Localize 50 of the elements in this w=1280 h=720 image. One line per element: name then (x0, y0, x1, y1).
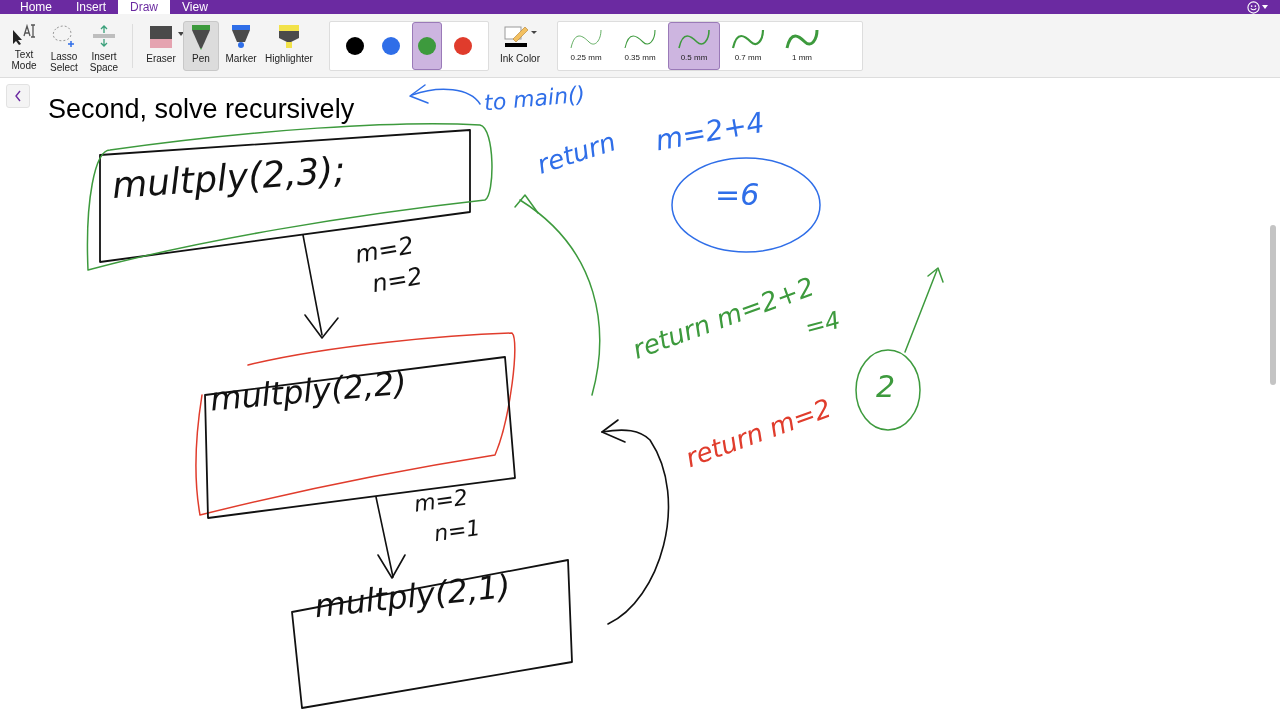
eraser-icon (149, 23, 173, 50)
handwritten-note: return (533, 128, 619, 178)
stroke-sample-icon (569, 27, 603, 50)
pen-icon (190, 23, 212, 50)
thickness-option[interactable]: 0.5 mm (668, 21, 720, 70)
menu-tab[interactable]: Home (8, 0, 64, 14)
page-heading: Second, solve recursively (48, 93, 355, 126)
tool-button[interactable]: Pen (183, 20, 219, 71)
tool-button[interactable]: Highlighter (263, 20, 315, 71)
handwritten-note: m=2 (412, 486, 470, 516)
handwritten-note: =6 (715, 180, 760, 210)
tool-button[interactable]: Insert Space (86, 20, 122, 71)
insert-space-icon (91, 23, 117, 48)
menu-tab[interactable]: Insert (64, 0, 119, 14)
tool-button[interactable]: Marker (223, 20, 259, 71)
handwritten-note: multply(2,2) (209, 366, 408, 416)
ink-color-button[interactable]: Ink Color (497, 20, 543, 71)
stroke-sample-icon (731, 27, 765, 50)
highlighter-icon (277, 23, 301, 50)
caret-icon (1262, 5, 1268, 9)
curved-arrow (409, 84, 481, 105)
handwritten-note: m=2+4 (653, 108, 767, 156)
handwritten-note: multply(2,1) (312, 569, 512, 623)
stroke-sample-icon (623, 27, 657, 50)
handwritten-note: to main() (483, 83, 586, 115)
cursor-text-icon (11, 23, 37, 46)
scrollbar[interactable] (1270, 225, 1276, 385)
handwritten-note: multply(2,3); (111, 151, 347, 205)
thickness-option[interactable]: 0.7 mm (722, 21, 774, 70)
tool-button[interactable]: Lasso Select (46, 20, 82, 71)
thickness-option[interactable]: 0.25 mm (560, 21, 612, 70)
menu-tab[interactable]: View (170, 0, 220, 14)
tool-button[interactable]: Text Mode (6, 20, 42, 71)
handwritten-note: 2 (876, 372, 896, 402)
menu-tab[interactable]: Draw (118, 0, 171, 14)
chevron-left-icon (14, 90, 22, 102)
color-swatch[interactable] (412, 21, 442, 70)
handwritten-note: n=1 (432, 516, 482, 546)
smiley-icon[interactable] (1247, 0, 1260, 14)
thickness-option[interactable]: 1 mm (776, 21, 828, 70)
caret-icon (178, 31, 184, 36)
lasso-select-icon (51, 23, 77, 48)
thickness-option[interactable]: 0.35 mm (614, 21, 666, 70)
back-button[interactable] (6, 84, 30, 108)
stroke-sample-icon (785, 27, 819, 50)
ink-color-icon (503, 24, 537, 49)
handwritten-note: return m=2 (682, 394, 835, 472)
stroke-sample-icon (677, 27, 711, 50)
tool-button[interactable]: Eraser (143, 20, 179, 71)
marker-icon (230, 23, 252, 50)
